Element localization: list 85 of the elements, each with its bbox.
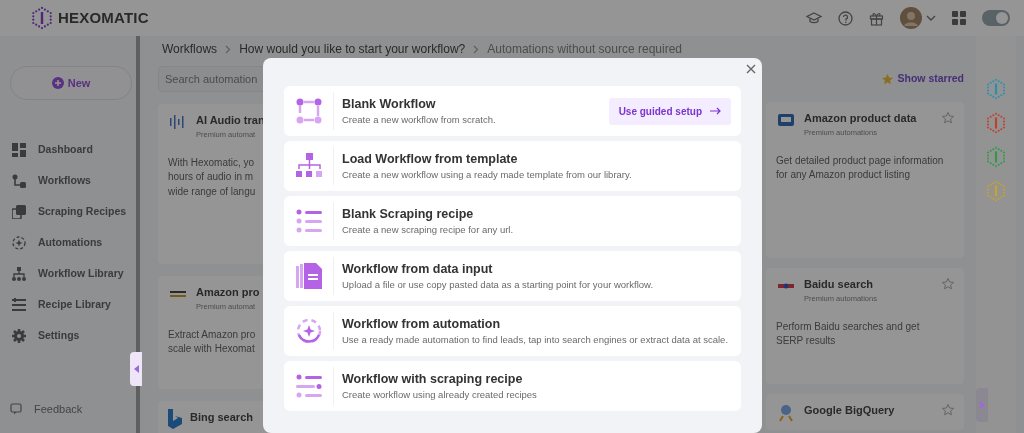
hexagon-app-icon[interactable] [985, 112, 1007, 134]
hierarchy-icon [295, 153, 322, 179]
option-title: Blank Workflow [342, 95, 437, 113]
card-title: Amazon pro [196, 285, 260, 300]
star-icon[interactable] [942, 278, 954, 290]
card-description: wide range of langu [168, 184, 257, 199]
sidebar-item[interactable]: Recipe Library [12, 295, 126, 315]
option-title: Workflow with scraping recipe [342, 370, 524, 388]
new-button[interactable]: New [10, 66, 132, 100]
card-description: Get detailed product page information for any Amazon product listing [776, 153, 945, 183]
graduation-cap-icon[interactable] [806, 11, 822, 25]
hexagon-app-icon[interactable] [985, 78, 1007, 100]
option-description: Upload a file or use copy pasted data as a starting point for your workflow. [342, 278, 654, 293]
option-title: Workflow from data input [342, 260, 494, 278]
settings-icon [12, 329, 26, 343]
option-description: Create a new workflow using a ready made template from our library. [342, 168, 632, 183]
sidebar-item[interactable]: Workflow Library [12, 264, 126, 284]
workflow-icon [12, 174, 26, 188]
option-description: Create workflow using already created recipes [342, 388, 537, 403]
option-title: Blank Scraping recipe [342, 205, 475, 223]
breadcrumb-link[interactable]: Automations without source required [487, 42, 682, 56]
apps-grid-icon[interactable] [952, 11, 966, 25]
avatar-icon[interactable] [900, 7, 922, 29]
sidebar-item[interactable]: Dashboard [12, 140, 126, 160]
hierarchy-icon [12, 267, 26, 281]
star-icon[interactable] [942, 404, 954, 416]
card-title: Baidu search [804, 277, 875, 292]
workflow-option[interactable]: Workflow from automation Use a ready made automation to find leads, tap into search engines or extract data at scale. [284, 306, 741, 356]
copy-icon [12, 205, 26, 219]
arrow-right-icon [710, 107, 721, 115]
option-description: Create a new workflow from scratch. [342, 113, 496, 128]
sidebar-item[interactable]: Automations [12, 233, 126, 253]
gift-icon[interactable] [869, 10, 884, 26]
chat-bubble-icon [10, 402, 22, 415]
chevron-down-icon[interactable] [926, 15, 936, 21]
show-starred-button[interactable]: Show starred [882, 66, 964, 92]
sparkle-refresh-icon [295, 318, 322, 344]
automation-card[interactable]: Google BigQuery [766, 394, 964, 430]
toggle-switch-icon[interactable] [982, 10, 1010, 26]
logo-icon [30, 6, 54, 30]
star-icon [882, 73, 894, 85]
chevron-right-icon [225, 44, 232, 54]
close-icon [746, 64, 756, 74]
card-description: Extract Amazon pro [168, 327, 257, 342]
sparkle-circle-icon [12, 236, 26, 250]
caret-left-icon[interactable] [133, 365, 139, 373]
workflow-option[interactable]: Blank Workflow Create a new workflow from scratch. Use guided setup [284, 86, 741, 136]
hexagon-app-icon[interactable] [985, 180, 1007, 202]
workflow-option[interactable]: Blank Scraping recipe Create a new scraping recipe for any url. [284, 196, 741, 246]
plus-icon [51, 77, 64, 89]
hexagon-app-icon[interactable] [985, 146, 1007, 168]
dashboard-icon [12, 143, 26, 157]
card-description: scale with Hexomat [168, 342, 256, 357]
sidebar-item[interactable]: Workflows [12, 171, 126, 191]
workflow-option[interactable]: Workflow with scraping recipe Create workflow using already created recipes [284, 361, 741, 411]
guided-setup-button[interactable]: Use guided setup [608, 97, 731, 125]
sidebar-item[interactable]: Feedback [10, 400, 126, 417]
list-icon [12, 298, 26, 312]
card-title: Google BigQuery [804, 403, 895, 418]
card-description: hours of audio in m [168, 170, 255, 185]
card-description: With Hexomatic, yo [168, 155, 256, 170]
card-description: Perform Baidu searches and get SERP results [776, 319, 921, 349]
document-icon [295, 263, 322, 289]
b-letter-icon [168, 409, 182, 429]
sidebar-item[interactable]: Scraping Recipes [12, 202, 126, 222]
card-title: Bing search [190, 410, 253, 425]
help-icon[interactable] [838, 10, 853, 26]
list-icon [295, 208, 322, 234]
star-icon[interactable] [942, 112, 954, 124]
option-description: Create a new scraping recipe for any url. [342, 223, 514, 238]
option-title: Workflow from automation [342, 315, 502, 333]
breadcrumb-link[interactable]: Workflows [162, 42, 218, 56]
caret-right-icon[interactable] [979, 401, 985, 409]
chevron-right-icon [473, 44, 480, 54]
option-description: Use a ready made automation to find leads, tap into search engines or extract data at scale. [342, 333, 729, 348]
option-title: Load Workflow from template [342, 150, 519, 168]
workflow-option[interactable]: Workflow from data input Upload a file or use copy pasted data as a starting point for your workflow. [284, 251, 741, 301]
workflow-option[interactable]: Load Workflow from template Create a new workflow using a ready made template from our library. [284, 141, 741, 191]
close-button[interactable] [746, 64, 756, 74]
list-sliders-icon [295, 373, 322, 399]
workflow-nodes-icon [295, 98, 322, 124]
card-title: Amazon product data [804, 111, 917, 126]
logo-text: HEXOMATIC [58, 7, 149, 28]
breadcrumb-link[interactable]: How would you like to start your workflow? [239, 42, 466, 56]
sidebar-item[interactable]: Settings [12, 326, 126, 346]
